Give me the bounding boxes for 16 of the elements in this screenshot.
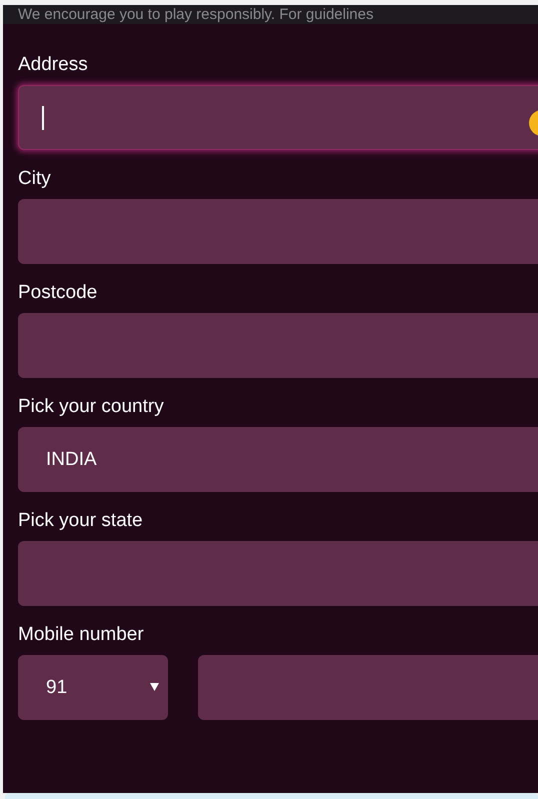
notice-text: We encourage you to play responsibly. For guidelines xyxy=(18,6,374,23)
select-field[interactable] xyxy=(18,541,538,606)
field-label: Postcode xyxy=(18,282,98,304)
input-field[interactable] xyxy=(18,85,538,150)
field-label: Pick your state xyxy=(18,510,144,532)
text-cursor xyxy=(42,106,44,130)
input-field[interactable] xyxy=(18,199,538,264)
input-field[interactable] xyxy=(18,313,538,378)
phone-number-field[interactable] xyxy=(198,655,538,720)
select-field[interactable]: INDIA xyxy=(18,427,538,492)
country-code-select[interactable]: 91 xyxy=(18,655,168,720)
field-label: Pick your country xyxy=(18,396,165,418)
dropdown-arrow-icon xyxy=(150,683,159,691)
field-label: Mobile number xyxy=(18,624,145,646)
field-label: Address xyxy=(18,54,89,76)
field-label: City xyxy=(18,168,52,190)
